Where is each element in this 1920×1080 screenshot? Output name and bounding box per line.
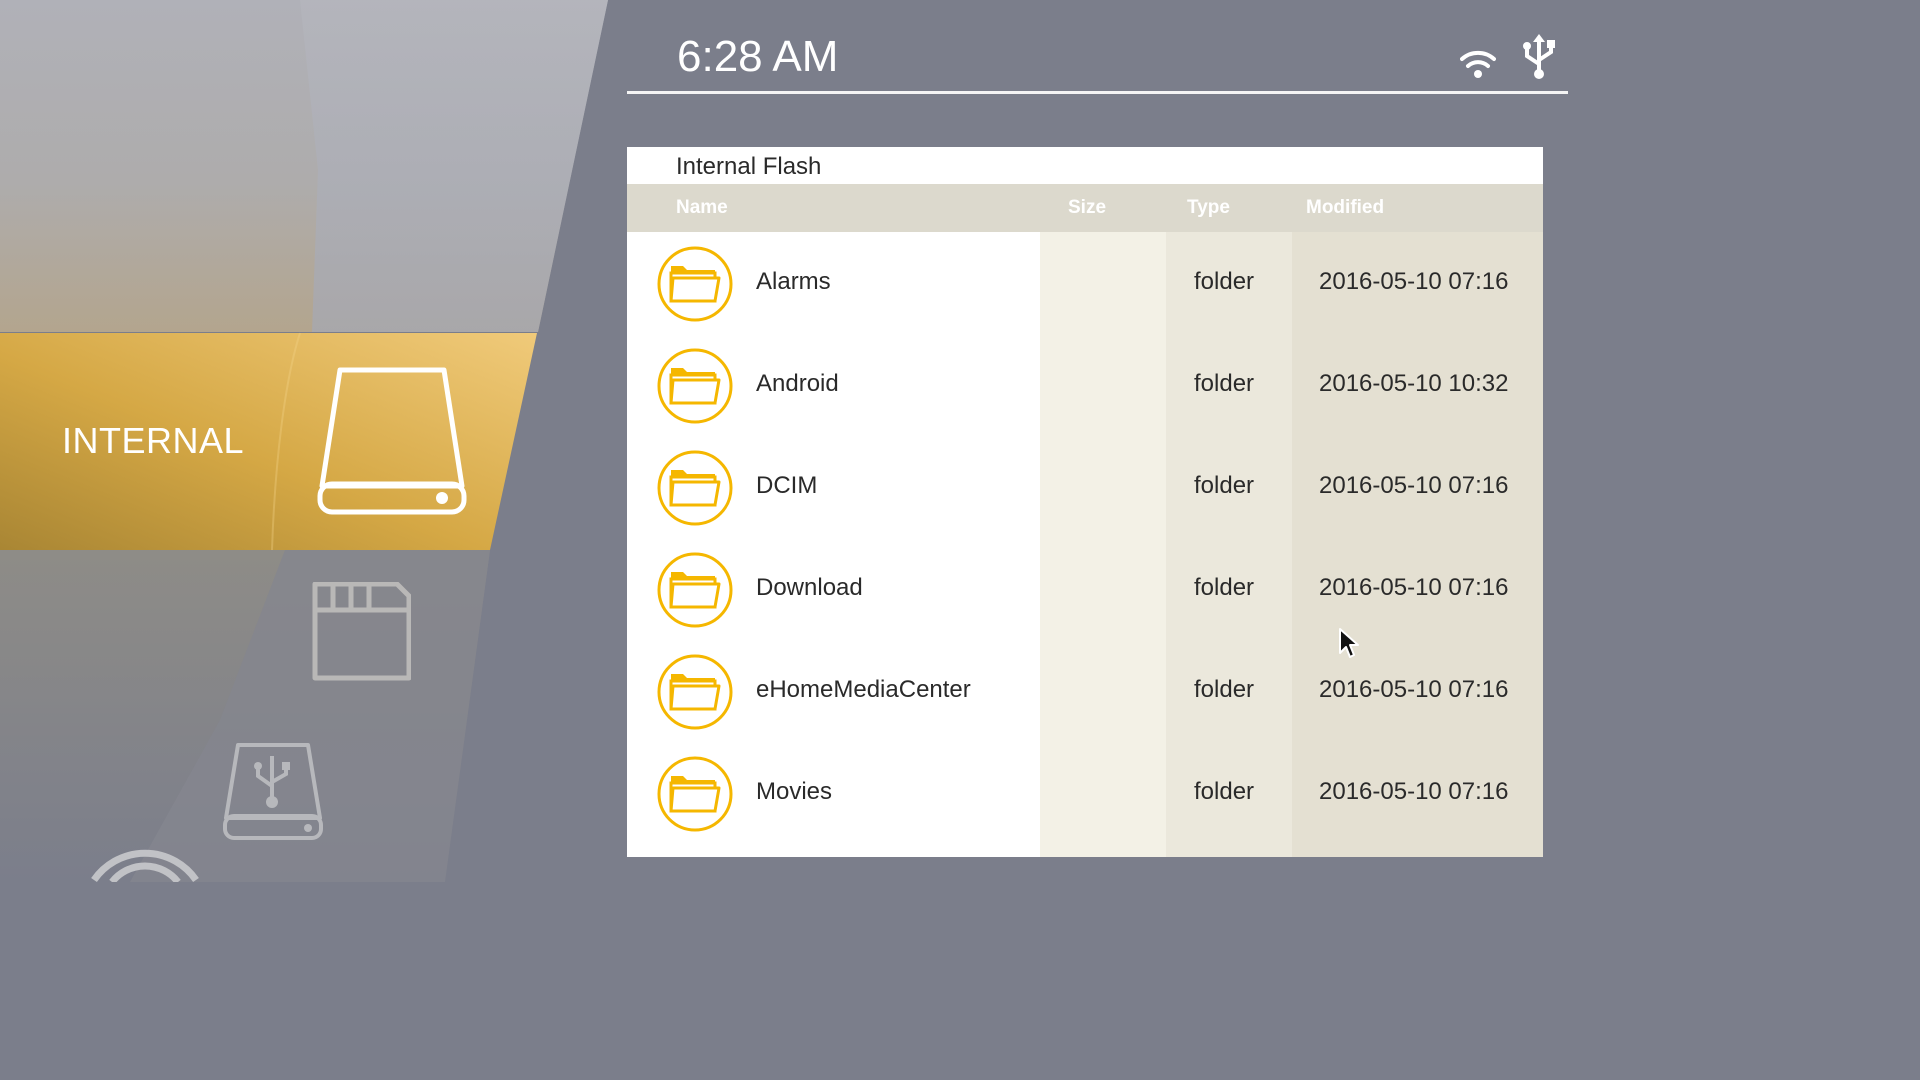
file-modified: 2016-05-10 07:16: [1319, 676, 1509, 703]
file-name: Movies: [756, 778, 833, 805]
usb-icon: [1523, 34, 1555, 79]
file-name: Android: [756, 370, 839, 397]
file-type: folder: [1194, 676, 1255, 703]
status-bar-divider: [627, 91, 1568, 94]
file-type: folder: [1194, 268, 1255, 295]
folder-icon: [657, 654, 733, 730]
file-modified: 2016-05-10 07:16: [1319, 574, 1509, 601]
panel-title: Internal Flash: [676, 153, 822, 180]
file-name: DCIM: [756, 472, 818, 499]
file-name: Download: [756, 574, 863, 601]
column-header-modified[interactable]: Modified: [1306, 197, 1384, 219]
column-header-name[interactable]: Name: [676, 197, 728, 219]
file-modified: 2016-05-10 07:16: [1319, 268, 1509, 295]
file-modified: 2016-05-10 07:16: [1319, 778, 1509, 805]
hard-drive-icon[interactable]: [316, 366, 468, 518]
table-row[interactable]: DCIM folder 2016-05-10 07:16: [627, 436, 1543, 538]
clock-time: 6:28 AM: [677, 32, 839, 81]
wifi-icon: [1460, 50, 1496, 78]
mouse-cursor-icon: [1339, 628, 1359, 658]
usb-drive-icon[interactable]: [222, 742, 324, 844]
file-type: folder: [1194, 370, 1255, 397]
table-row[interactable]: eHomeMediaCenter folder 2016-05-10 07:16: [627, 640, 1543, 742]
folder-icon: [657, 450, 733, 526]
file-modified: 2016-05-10 10:32: [1319, 370, 1509, 397]
table-header: Name Size Type Modified: [627, 184, 1543, 232]
folder-icon: [657, 246, 733, 322]
table-row[interactable]: Movies folder 2016-05-10 07:16: [627, 742, 1543, 844]
table-row[interactable]: Download folder 2016-05-10 07:16: [627, 538, 1543, 640]
column-header-size[interactable]: Size: [1068, 197, 1106, 219]
file-name: eHomeMediaCenter: [756, 676, 971, 703]
table-row[interactable]: Android folder 2016-05-10 10:32: [627, 334, 1543, 436]
file-type: folder: [1194, 472, 1255, 499]
file-type: folder: [1194, 574, 1255, 601]
file-type: folder: [1194, 778, 1255, 805]
folder-icon: [657, 348, 733, 424]
column-header-type[interactable]: Type: [1187, 197, 1230, 219]
network-icon[interactable]: [90, 845, 200, 882]
file-list-panel: Internal Flash Name Size Type Modified A…: [627, 147, 1543, 857]
sidebar-item-internal-label[interactable]: INTERNAL: [62, 420, 244, 462]
file-name: Alarms: [756, 268, 831, 295]
table-row[interactable]: Alarms folder 2016-05-10 07:16: [627, 232, 1543, 334]
folder-icon: [657, 552, 733, 628]
file-manager-screen: INTERNAL 6:28 AM Internal Flash Name Siz…: [0, 0, 1568, 882]
file-modified: 2016-05-10 07:16: [1319, 472, 1509, 499]
sd-card-icon[interactable]: [311, 582, 411, 682]
folder-icon: [657, 756, 733, 832]
